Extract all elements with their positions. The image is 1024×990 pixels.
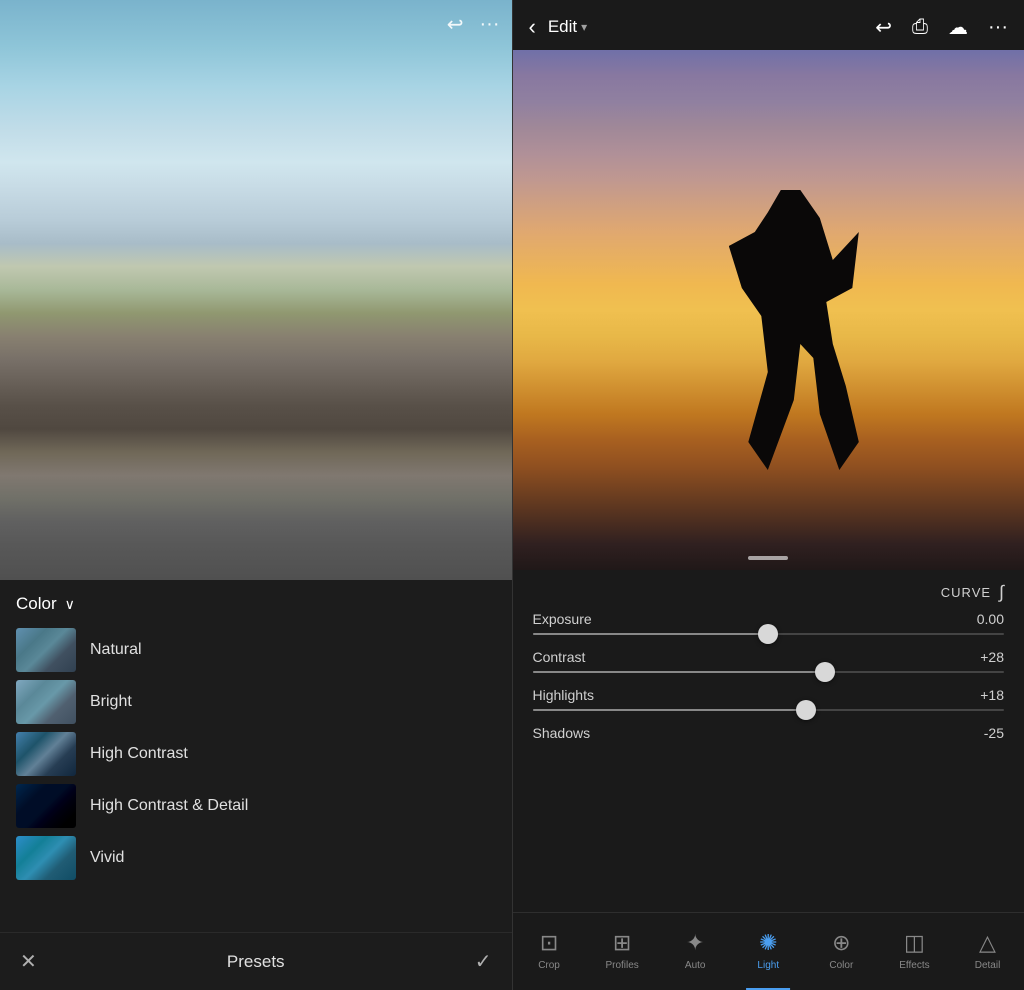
- highlights-slider-row: Highlights +18: [533, 687, 1005, 711]
- preset-thumb-hcd: [16, 784, 76, 828]
- nav-item-effects[interactable]: ◫ Effects: [878, 913, 951, 980]
- color-label: Color: [829, 960, 853, 971]
- preset-thumb-img: [16, 784, 76, 828]
- preset-item-hcd[interactable]: High Contrast & Detail: [0, 780, 512, 832]
- highlights-value: +18: [980, 687, 1004, 703]
- preset-item-high-contrast[interactable]: High Contrast: [0, 728, 512, 780]
- nav-item-color[interactable]: ⊕ Color: [805, 913, 878, 980]
- highlights-thumb[interactable]: [796, 700, 816, 720]
- exposure-fill: [533, 633, 769, 635]
- preset-item-natural[interactable]: Natural: [0, 624, 512, 676]
- contrast-fill: [533, 671, 825, 673]
- profiles-label: Profiles: [605, 960, 638, 971]
- left-photo: ↩ ···: [0, 0, 512, 580]
- left-panel: ↩ ··· Color ∨ Natural Bright: [0, 0, 512, 990]
- preset-thumb-natural: [16, 628, 76, 672]
- curve-icon[interactable]: ∫: [999, 582, 1004, 603]
- edit-label: Edit: [548, 17, 577, 37]
- preset-thumb-img: [16, 680, 76, 724]
- light-icon: ✺: [759, 930, 777, 956]
- right-photo-background: [513, 50, 1024, 570]
- highlights-label: Highlights: [533, 687, 594, 703]
- preset-thumb-high-contrast: [16, 732, 76, 776]
- highlights-header: Highlights +18: [533, 687, 1005, 703]
- preset-item-vivid[interactable]: Vivid: [0, 832, 512, 884]
- curve-label: CURVE: [941, 585, 991, 600]
- crop-label: Crop: [538, 960, 560, 971]
- exposure-slider-row: Exposure 0.00: [533, 611, 1005, 635]
- undo-icon[interactable]: ↩: [875, 15, 892, 40]
- confirm-button[interactable]: ✓: [475, 949, 492, 974]
- profiles-icon: ⊞: [613, 930, 631, 956]
- nav-item-detail[interactable]: △ Detail: [951, 913, 1024, 980]
- presets-list: Natural Bright High Contrast High Contra…: [0, 624, 512, 932]
- right-controls: CURVE ∫ Exposure 0.00 Contrast +28: [513, 570, 1024, 912]
- preset-label-natural: Natural: [90, 641, 142, 659]
- back-button[interactable]: ‹: [529, 14, 536, 40]
- preset-label-bright: Bright: [90, 693, 132, 711]
- curve-row: CURVE ∫: [533, 570, 1005, 611]
- edit-menu[interactable]: Edit ▾: [548, 17, 587, 37]
- exposure-value: 0.00: [977, 611, 1004, 627]
- color-header-label: Color: [16, 594, 57, 614]
- more-options-icon[interactable]: ···: [480, 13, 500, 36]
- nav-item-auto[interactable]: ✦ Auto: [659, 913, 732, 980]
- contrast-slider-row: Contrast +28: [533, 649, 1005, 673]
- shadows-label: Shadows: [533, 725, 591, 741]
- preset-thumb-img: [16, 836, 76, 880]
- preset-thumb-vivid: [16, 836, 76, 880]
- preset-thumb-img: [16, 732, 76, 776]
- left-photo-background: [0, 0, 512, 580]
- color-header[interactable]: Color ∨: [0, 580, 512, 624]
- preset-thumb-img: [16, 628, 76, 672]
- left-bottom: Color ∨ Natural Bright Hi: [0, 580, 512, 990]
- effects-label: Effects: [899, 960, 929, 971]
- nav-item-profiles[interactable]: ⊞ Profiles: [586, 913, 659, 980]
- preset-label-vivid: Vivid: [90, 849, 124, 867]
- shadows-value: -25: [984, 725, 1004, 741]
- right-panel: ‹ Edit ▾ ↩ ⎙ ☁ ··· CURVE ∫ Exposure 0.00: [513, 0, 1024, 990]
- contrast-track[interactable]: [533, 671, 1005, 673]
- color-icon: ⊕: [832, 930, 850, 956]
- contrast-header: Contrast +28: [533, 649, 1005, 665]
- right-photo: [513, 50, 1024, 570]
- contrast-value: +28: [980, 649, 1004, 665]
- more-icon[interactable]: ···: [988, 16, 1008, 39]
- nav-item-crop[interactable]: ⊡ Crop: [513, 913, 586, 980]
- left-footer: ✕ Presets ✓: [0, 932, 512, 990]
- presets-title: Presets: [227, 952, 285, 972]
- exposure-label: Exposure: [533, 611, 592, 627]
- edit-chevron-icon: ▾: [581, 20, 587, 34]
- light-label: Light: [757, 960, 779, 971]
- nav-item-light[interactable]: ✺ Light: [732, 913, 805, 980]
- shadows-header: Shadows -25: [533, 725, 1005, 741]
- left-toolbar: ↩ ···: [447, 12, 500, 37]
- preset-label-hcd: High Contrast & Detail: [90, 797, 248, 815]
- cloud-icon[interactable]: ☁: [948, 15, 968, 40]
- detail-icon: △: [979, 930, 996, 956]
- undo-icon[interactable]: ↩: [447, 12, 464, 37]
- contrast-label: Contrast: [533, 649, 586, 665]
- preset-thumb-bright: [16, 680, 76, 724]
- right-header: ‹ Edit ▾ ↩ ⎙ ☁ ···: [513, 0, 1024, 50]
- contrast-thumb[interactable]: [815, 662, 835, 682]
- color-chevron-icon: ∨: [65, 596, 75, 613]
- close-button[interactable]: ✕: [20, 949, 37, 974]
- photo-handle[interactable]: [748, 556, 788, 560]
- bottom-nav: ⊡ Crop ⊞ Profiles ✦ Auto ✺ Light ⊕ Color…: [513, 912, 1024, 990]
- exposure-thumb[interactable]: [758, 624, 778, 644]
- preset-item-bright[interactable]: Bright: [0, 676, 512, 728]
- crop-icon: ⊡: [540, 930, 558, 956]
- shadows-slider-row: Shadows -25: [533, 725, 1005, 741]
- auto-icon: ✦: [686, 930, 704, 956]
- effects-icon: ◫: [904, 930, 925, 956]
- highlights-fill: [533, 709, 806, 711]
- silhouette-figure: [729, 190, 859, 470]
- exposure-track[interactable]: [533, 633, 1005, 635]
- preset-label-high-contrast: High Contrast: [90, 745, 188, 763]
- auto-label: Auto: [685, 960, 706, 971]
- detail-label: Detail: [975, 960, 1001, 971]
- share-icon[interactable]: ⎙: [912, 16, 928, 39]
- highlights-track[interactable]: [533, 709, 1005, 711]
